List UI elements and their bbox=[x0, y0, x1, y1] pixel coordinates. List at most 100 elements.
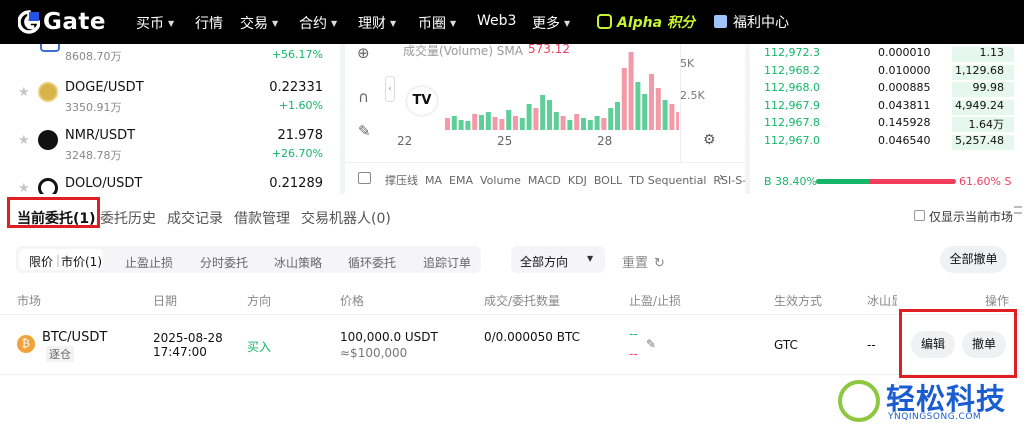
indicator-item[interactable]: MACD bbox=[528, 174, 561, 187]
x-tick: 22 bbox=[397, 134, 413, 148]
ratio-bar bbox=[816, 179, 956, 184]
indicator-item[interactable]: MA bbox=[425, 174, 442, 187]
chevron-right-icon[interactable]: › bbox=[719, 170, 724, 184]
filter-limit-market[interactable]: 限价 | 市价(1) bbox=[19, 249, 103, 270]
indicator-item[interactable]: TD Sequential bbox=[629, 174, 706, 187]
tab-trade-history[interactable]: 成交记录 bbox=[167, 208, 223, 228]
cancel-all-button[interactable]: 全部撤单 bbox=[940, 246, 1007, 273]
ob-price: 112,968.0 bbox=[764, 81, 820, 94]
order-pair[interactable]: BTC/USDT bbox=[42, 330, 107, 345]
tab-loan-management[interactable]: 借款管理 bbox=[234, 208, 290, 228]
alpha-icon bbox=[597, 14, 612, 29]
order-book-row[interactable]: 112,968.0 0.000885 99.98 bbox=[750, 81, 1020, 99]
chevron-down-icon: ▼ bbox=[587, 254, 594, 263]
market-row[interactable]: ★ DOGE/USDT 3350.91万 0.22331 +1.60% bbox=[0, 80, 340, 128]
ob-amount: 0.000010 bbox=[878, 46, 931, 59]
settings-icon[interactable]: ⚙ bbox=[703, 132, 716, 148]
nav-buy-crypto[interactable]: 买币 ▼ bbox=[136, 13, 174, 33]
star-icon[interactable]: ★ bbox=[18, 181, 30, 194]
volume-bar bbox=[608, 108, 614, 130]
market-volume: 8608.70万 bbox=[65, 50, 122, 63]
ob-price: 112,972.3 bbox=[764, 46, 820, 59]
welfare-center[interactable]: 福利中心 bbox=[714, 12, 789, 32]
y-tick: 2.5K bbox=[680, 89, 705, 102]
order-book-row[interactable]: 112,972.3 0.000010 1.13 bbox=[750, 46, 1020, 64]
volume-bar bbox=[601, 118, 607, 130]
indicator-item[interactable]: KDJ bbox=[568, 174, 587, 187]
calendar-icon[interactable] bbox=[358, 172, 371, 184]
nav-community[interactable]: 币圈 ▼ bbox=[418, 13, 456, 33]
refresh-icon: ↻ bbox=[654, 256, 665, 271]
table-row[interactable]: ₿ BTC/USDT 逐仓 2025-08-28 17:47:00 买入 100… bbox=[0, 315, 1024, 375]
nav-web3[interactable]: Web3 bbox=[477, 13, 516, 29]
ob-price: 112,968.2 bbox=[764, 63, 820, 77]
ob-amount: 0.043811 bbox=[878, 98, 931, 112]
filter-iceberg[interactable]: 冰山策略 bbox=[274, 254, 322, 271]
order-book-row[interactable]: 112,967.8 0.145928 1.64万 bbox=[750, 116, 1020, 134]
volume-bar bbox=[472, 114, 478, 130]
gift-icon bbox=[714, 15, 727, 28]
market-pair: DOGE/USDT bbox=[65, 80, 144, 95]
alpha-points[interactable]: Alpha 积分 bbox=[597, 12, 695, 32]
zoom-in-icon[interactable]: ⊕ bbox=[357, 44, 370, 62]
filter-limit[interactable]: 限价 bbox=[29, 253, 53, 270]
menu-icon[interactable] bbox=[1014, 206, 1022, 214]
indicator-item[interactable]: BOLL bbox=[594, 174, 622, 187]
nav-futures[interactable]: 合约 ▼ bbox=[299, 13, 337, 33]
nav-markets[interactable]: 行情 bbox=[195, 13, 223, 33]
volume-bar bbox=[676, 112, 679, 130]
volume-bar bbox=[499, 119, 505, 130]
volume-bar bbox=[479, 115, 484, 130]
direction-select[interactable]: 全部方向 ▼ bbox=[511, 246, 605, 273]
ruler-icon[interactable]: ✎ bbox=[358, 122, 371, 140]
edit-tp-sl-icon[interactable]: ✎ bbox=[646, 337, 656, 351]
volume-bars bbox=[445, 52, 679, 130]
market-row[interactable]: 8608.70万 +56.17% bbox=[0, 44, 340, 82]
nav-trade[interactable]: 交易 ▼ bbox=[240, 13, 278, 33]
volume-bar bbox=[567, 120, 573, 130]
order-book-row[interactable]: 112,967.0 0.046540 5,257.48 bbox=[750, 134, 1020, 152]
collapse-toolbar-button[interactable]: ‹ bbox=[385, 76, 395, 102]
indicator-item[interactable]: EMA bbox=[449, 174, 473, 187]
order-book-row[interactable]: 112,968.2 0.010000 1,129.68 bbox=[750, 64, 1020, 82]
tab-trading-bots[interactable]: 交易机器人(0) bbox=[301, 208, 391, 228]
gate-logo[interactable]: Gate bbox=[18, 9, 106, 35]
order-book-row[interactable]: 112,967.9 0.043811 4,949.24 bbox=[750, 99, 1020, 117]
order-book: 112,972.3 0.000010 1.13 112,968.2 0.010000 1,… bbox=[750, 44, 1024, 194]
reset-button[interactable]: 重置 ↻ bbox=[622, 252, 665, 271]
market-change: +56.17% bbox=[271, 48, 323, 61]
filter-market[interactable]: 市价(1) bbox=[61, 253, 102, 270]
volume-bar bbox=[458, 120, 464, 130]
indicator-item[interactable]: Volume bbox=[480, 174, 521, 187]
header-tp-sl: 止盈/止损 bbox=[629, 294, 682, 308]
filter-trailing[interactable]: 追踪订单 bbox=[423, 254, 471, 271]
top-nav: Gate 买币 ▼ 行情 交易 ▼ 合约 ▼ 理财 ▼ 币圈 ▼ Web3 更多 ▼ Alp… bbox=[0, 0, 1024, 44]
filter-tp-sl[interactable]: 止盈止损 bbox=[125, 254, 173, 271]
filter-twap[interactable]: 分时委托 bbox=[200, 254, 248, 271]
nav-more[interactable]: 更多 ▼ bbox=[532, 13, 570, 33]
ob-amount: 0.046540 bbox=[878, 133, 931, 147]
nav-finance[interactable]: 理财 ▼ bbox=[358, 13, 396, 33]
order-iceberg: -- bbox=[867, 338, 876, 352]
ob-price: 112,967.9 bbox=[764, 98, 820, 112]
volume-bar bbox=[540, 95, 546, 130]
volume-bar bbox=[574, 114, 580, 130]
filter-loop[interactable]: 循环委托 bbox=[348, 254, 396, 271]
tab-order-history[interactable]: 委托历史 bbox=[100, 208, 156, 228]
indicator-item[interactable]: 撑压线 bbox=[385, 174, 418, 187]
magnet-icon[interactable]: ∩ bbox=[358, 88, 369, 106]
order-price: 100,000.0 USDT bbox=[340, 330, 438, 344]
ob-amount: 0.000885 bbox=[878, 81, 931, 94]
volume-bar bbox=[594, 116, 600, 130]
order-tif: GTC bbox=[774, 338, 798, 352]
logo-text: Gate bbox=[43, 9, 106, 35]
divider: | bbox=[56, 253, 61, 267]
ob-total: 5,257.48 bbox=[955, 133, 1004, 147]
gate-logo-icon bbox=[18, 10, 40, 34]
only-current-label: 仅显示当前市场 bbox=[929, 210, 1014, 224]
star-icon[interactable]: ★ bbox=[18, 85, 30, 100]
market-row[interactable]: ★ NMR/USDT 3248.78万 21.978 +26.70% bbox=[0, 128, 340, 176]
star-icon[interactable]: ★ bbox=[18, 133, 30, 148]
market-row[interactable]: ★ DOLO/USDT 0.21289 bbox=[0, 176, 340, 194]
only-current-checkbox[interactable] bbox=[914, 210, 925, 221]
